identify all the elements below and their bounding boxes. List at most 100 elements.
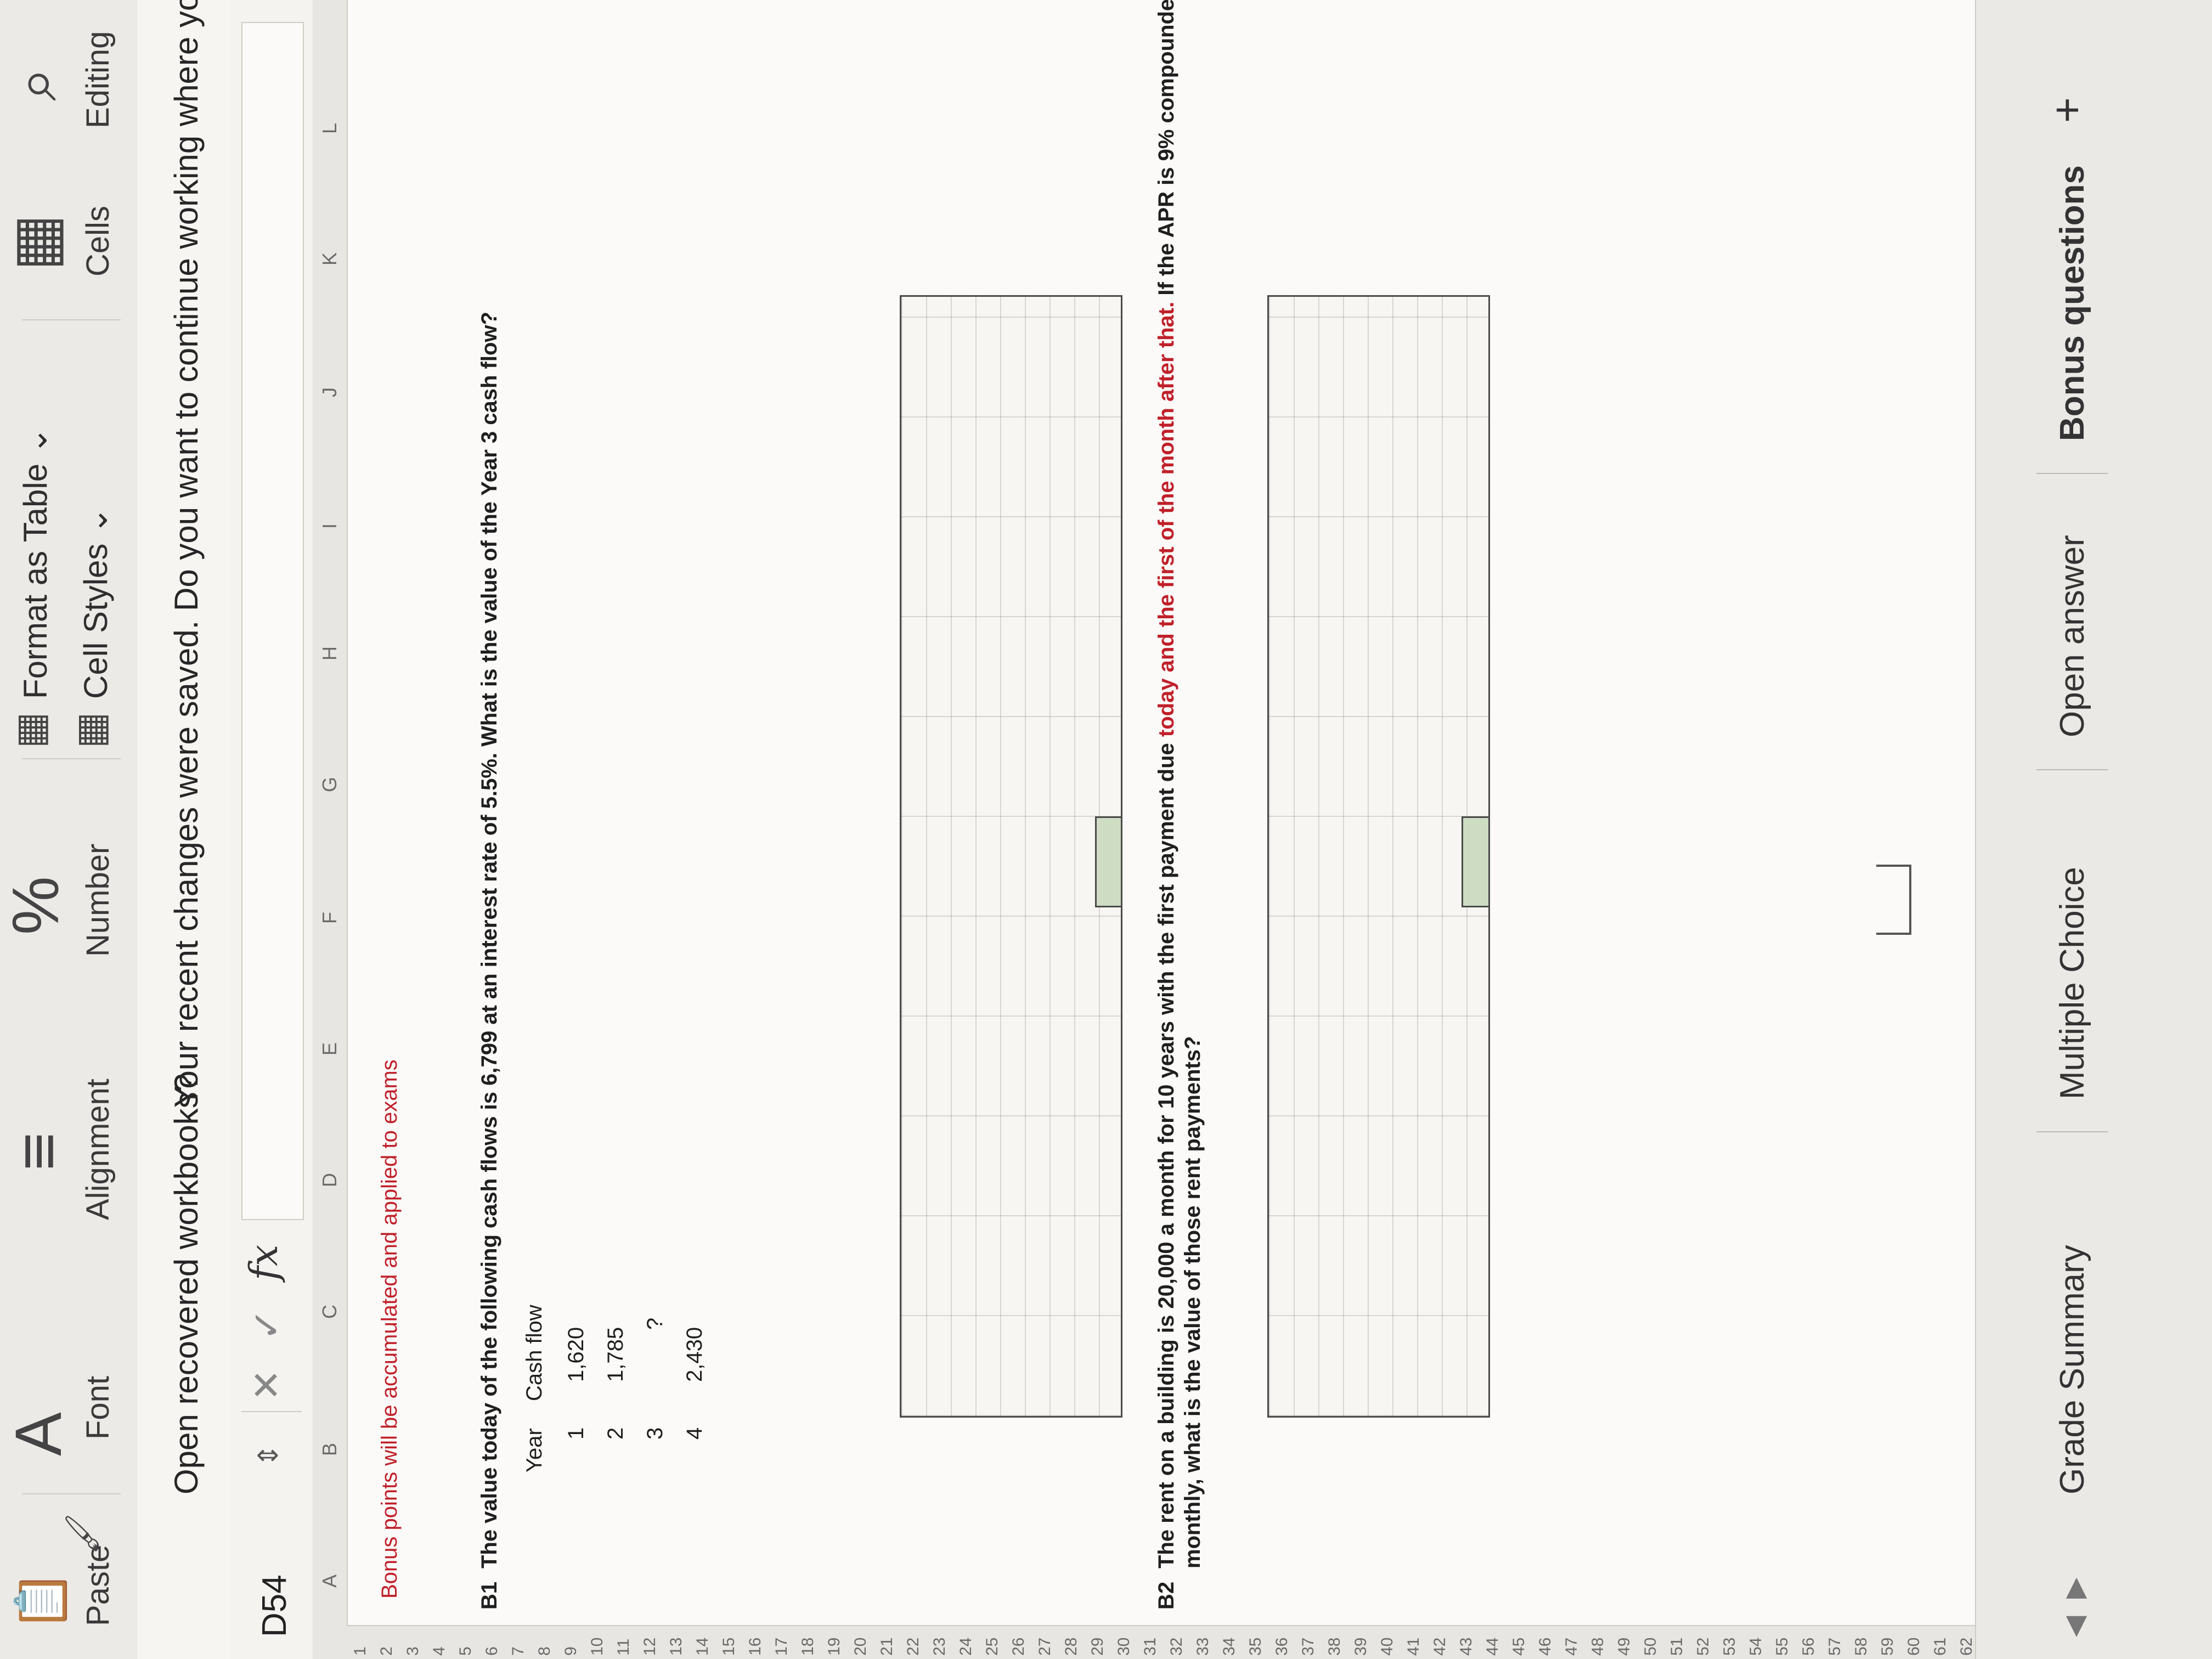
format-as-table-button[interactable]: Format as Table ⌄ (16, 427, 55, 699)
column-header[interactable]: D (318, 1173, 341, 1187)
row-header[interactable]: 42 (1431, 1638, 1449, 1656)
fx-icon[interactable]: fx (241, 1245, 286, 1280)
row-header[interactable]: 32 (1167, 1638, 1186, 1656)
row-header[interactable]: 61 (1931, 1638, 1950, 1656)
row-header[interactable]: 21 (878, 1638, 896, 1656)
row-header[interactable]: 8 (535, 1646, 554, 1656)
font-label[interactable]: Font (80, 1376, 116, 1440)
tab-scroll-right-icon[interactable]: ▶ (2058, 1578, 2090, 1599)
row-header[interactable]: 60 (1905, 1638, 1923, 1656)
column-header[interactable]: I (318, 523, 341, 529)
column-header[interactable]: F (318, 912, 341, 924)
table-header-cashflow[interactable]: Cash flow (522, 1305, 547, 1401)
column-header[interactable]: G (318, 777, 341, 792)
row-header[interactable]: 58 (1852, 1638, 1871, 1656)
number-group[interactable]: % Number (0, 776, 137, 984)
row-header[interactable]: 52 (1694, 1638, 1713, 1656)
row-header[interactable]: 38 (1325, 1638, 1344, 1656)
cells-icon[interactable]: ▦ (2, 214, 69, 271)
cells-group[interactable]: ▦ Cells (0, 150, 137, 304)
answer-area-b1[interactable] (900, 295, 1122, 1418)
number-label[interactable]: Number (80, 844, 116, 957)
table-row-year[interactable]: 2 (603, 1427, 628, 1440)
row-header[interactable]: 46 (1536, 1638, 1555, 1656)
row-header[interactable]: 45 (1510, 1638, 1528, 1656)
tab-multiple-choice[interactable]: Multiple Choice (2053, 867, 2092, 1099)
row-header[interactable]: 33 (1194, 1638, 1212, 1656)
row-header[interactable]: 34 (1220, 1638, 1239, 1656)
q2-label[interactable]: B2 (1154, 1582, 1179, 1610)
row-header[interactable]: 56 (1799, 1638, 1818, 1656)
column-header[interactable]: K (318, 252, 341, 266)
column-header[interactable]: C (318, 1305, 341, 1319)
row-header[interactable]: 40 (1378, 1638, 1397, 1656)
table-row-year[interactable]: 1 (564, 1427, 589, 1440)
tab-open-answer[interactable]: Open answer (2053, 535, 2092, 737)
column-header[interactable]: B (318, 1443, 341, 1456)
cells-label[interactable]: Cells (80, 206, 116, 276)
row-header[interactable]: 36 (1273, 1638, 1291, 1656)
column-header[interactable]: E (318, 1042, 341, 1056)
row-header[interactable]: 23 (930, 1638, 949, 1656)
row-header[interactable]: 5 (456, 1646, 475, 1656)
format-painter-icon[interactable]: 🖌 (64, 1513, 100, 1555)
row-header[interactable]: 54 (1747, 1638, 1765, 1656)
row-header[interactable]: 49 (1615, 1638, 1634, 1656)
row-header[interactable]: 44 (1483, 1638, 1502, 1656)
enter-icon[interactable]: ✓ (244, 1308, 289, 1341)
row-header[interactable]: 51 (1668, 1638, 1686, 1656)
paste-label[interactable]: Paste (80, 1545, 116, 1626)
row-header[interactable]: 50 (1641, 1638, 1660, 1656)
editing-label[interactable]: Editing (80, 31, 116, 128)
alignment-icon[interactable]: ≡ (2, 1132, 75, 1171)
format-as-table-icon[interactable]: ▦ (9, 712, 52, 748)
row-header[interactable]: 48 (1589, 1638, 1607, 1656)
q1-text[interactable]: The value today of the following cash fl… (477, 312, 502, 1568)
row-header[interactable]: 57 (1826, 1638, 1844, 1656)
row-header[interactable]: 1 (351, 1646, 370, 1656)
percent-icon[interactable]: % (0, 876, 72, 935)
row-header[interactable]: 10 (588, 1638, 607, 1656)
row-header[interactable]: 2 (377, 1646, 396, 1656)
font-group[interactable]: A Font (0, 1259, 137, 1478)
row-header[interactable]: 6 (483, 1646, 501, 1656)
table-row-cashflow[interactable]: 2,430 (682, 1327, 707, 1382)
column-header[interactable]: L (318, 123, 341, 134)
row-header[interactable]: 12 (641, 1638, 659, 1656)
column-header[interactable]: J (318, 387, 341, 397)
cell-styles-button[interactable]: Cell Styles ⌄ (77, 507, 115, 699)
spreadsheet-grid[interactable]: ABCDEFGHIJKL 1 2 3 4 5 6 7 8 9 10 11 12 13 14 15 16 17 18… (313, 0, 2212, 1659)
add-sheet-button[interactable]: + (2042, 97, 2092, 123)
row-header[interactable]: 7 (509, 1646, 528, 1656)
row-header[interactable]: 3 (404, 1646, 422, 1656)
answer-cell-b2[interactable] (1462, 816, 1490, 907)
row-header[interactable]: 28 (1062, 1638, 1081, 1656)
row-header[interactable]: 16 (746, 1638, 765, 1656)
column-header[interactable]: A (318, 1575, 341, 1588)
row-header[interactable]: 59 (1878, 1638, 1897, 1656)
row-header[interactable]: 13 (667, 1638, 686, 1656)
row-header[interactable]: 47 (1562, 1638, 1581, 1656)
row-header[interactable]: 9 (562, 1646, 580, 1656)
row-header[interactable]: 35 (1246, 1638, 1265, 1656)
editing-group[interactable]: ⌕ Editing (0, 2, 137, 134)
alignment-label[interactable]: Alignment (80, 1079, 116, 1220)
table-row-cashflow[interactable]: 1,785 (603, 1327, 628, 1382)
row-header[interactable]: 24 (957, 1638, 975, 1656)
row-header[interactable]: 26 (1009, 1638, 1028, 1656)
tab-scroll-left-icon[interactable]: ◀ (2058, 1616, 2090, 1637)
row-header[interactable]: 27 (1036, 1638, 1054, 1656)
row-header[interactable]: 15 (720, 1638, 738, 1656)
row-header[interactable]: 18 (799, 1638, 817, 1656)
row-header[interactable]: 37 (1299, 1638, 1318, 1656)
name-box-value[interactable]: D54 (255, 1575, 294, 1637)
formula-input[interactable] (241, 22, 304, 1220)
row-header[interactable]: 17 (772, 1638, 791, 1656)
alignment-group[interactable]: ≡ Alignment (0, 1006, 137, 1237)
column-header[interactable]: H (318, 646, 341, 661)
table-header-year[interactable]: Year (522, 1428, 547, 1472)
row-header[interactable]: 41 (1404, 1638, 1423, 1656)
tab-bonus-questions[interactable]: Bonus questions (2053, 165, 2092, 441)
row-header[interactable]: 14 (693, 1638, 712, 1656)
table-row-cashflow[interactable]: ? (643, 1318, 668, 1330)
